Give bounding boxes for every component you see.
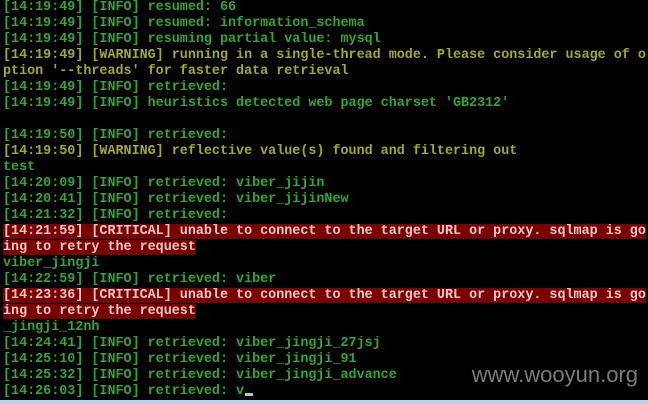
line-text: viber_jingji (3, 256, 100, 271)
line-text: [14:19:49] [INFO] heuristics detected we… (3, 96, 510, 111)
terminal-line-info: [14:19:49] [INFO] resuming partial value… (3, 32, 648, 48)
terminal-line-info: [14:19:49] [INFO] resumed: 66 (3, 0, 648, 16)
terminal-line-warning: [14:19:49] [WARNING] running in a single… (3, 48, 648, 64)
terminal-line-critical: [14:21:59] [CRITICAL] unable to connect … (3, 224, 648, 240)
line-text: [14:23:36] [CRITICAL] unable to connect … (3, 288, 646, 303)
line-text: [14:24:41] [INFO] retrieved: viber_jingj… (3, 336, 381, 351)
line-text: [14:19:49] [INFO] resumed: information_s… (3, 16, 365, 31)
line-text: [14:25:32] [INFO] retrieved: viber_jingj… (3, 368, 397, 383)
terminal-line-info: [14:20:41] [INFO] retrieved: viber_jijin… (3, 192, 648, 208)
terminal-line-info: [14:22:59] [INFO] retrieved: viber (3, 272, 648, 288)
line-text: [14:21:32] [INFO] retrieved: (3, 208, 228, 223)
terminal-line-critical: ing to retry the request (3, 304, 648, 320)
line-text: ing to retry the request (3, 304, 196, 319)
line-text: ing to retry the request (3, 240, 196, 255)
line-text: [14:19:49] [INFO] retrieved: (3, 80, 228, 95)
terminal-line-plain (3, 112, 648, 128)
terminal-line-critical: [14:23:36] [CRITICAL] unable to connect … (3, 288, 648, 304)
line-text: [14:25:10] [INFO] retrieved: viber_jingj… (3, 352, 357, 367)
line-text: [14:19:50] [INFO] retrieved: (3, 128, 228, 143)
terminal-line-info: [14:19:49] [INFO] retrieved: (3, 80, 648, 96)
terminal-line-info: [14:21:32] [INFO] retrieved: (3, 208, 648, 224)
terminal-line-warning: [14:19:50] [WARNING] reflective value(s)… (3, 144, 648, 160)
line-text: _jingji_12nh (3, 320, 100, 335)
line-text: [14:20:09] [INFO] retrieved: viber_jijin (3, 176, 325, 191)
line-text: [14:19:49] [INFO] resumed: 66 (3, 0, 237, 15)
terminal-line-info: [14:19:49] [INFO] heuristics detected we… (3, 96, 648, 112)
line-text: [14:19:49] [INFO] resuming partial value… (3, 32, 381, 47)
line-text: [14:19:49] [WARNING] running in a single… (3, 48, 646, 63)
terminal-line-info: [14:20:09] [INFO] retrieved: viber_jijin (3, 176, 648, 192)
line-text: [14:20:41] [INFO] retrieved: viber_jijin… (3, 192, 349, 207)
line-text: ption '--threads' for faster data retrie… (3, 64, 349, 79)
line-text: [14:22:59] [INFO] retrieved: viber (3, 272, 277, 287)
terminal-line-info: [14:19:50] [INFO] retrieved: (3, 128, 648, 144)
line-text: [14:19:50] [WARNING] reflective value(s)… (3, 144, 518, 159)
terminal-line-warning: ption '--threads' for faster data retrie… (3, 64, 648, 80)
terminal-output[interactable]: [14:19:49] [INFO] resumed: 66 [14:19:49] … (3, 0, 648, 400)
terminal-line-plain: test (3, 160, 648, 176)
line-text: [14:26:03] [INFO] retrieved: v (3, 384, 245, 399)
terminal-line-plain: _jingji_12nh (3, 320, 648, 336)
terminal-line-info: [14:24:41] [INFO] retrieved: viber_jingj… (3, 336, 648, 352)
terminal-line-critical: ing to retry the request (3, 240, 648, 256)
terminal-line-plain: viber_jingji (3, 256, 648, 272)
watermark: www.wooyun.org (471, 362, 638, 387)
terminal-line-info: [14:19:49] [INFO] resumed: information_s… (3, 16, 648, 32)
line-text: test (3, 160, 36, 175)
line-text: [14:21:59] [CRITICAL] unable to connect … (3, 224, 646, 239)
cursor (245, 393, 254, 396)
window-border (0, 400, 648, 404)
